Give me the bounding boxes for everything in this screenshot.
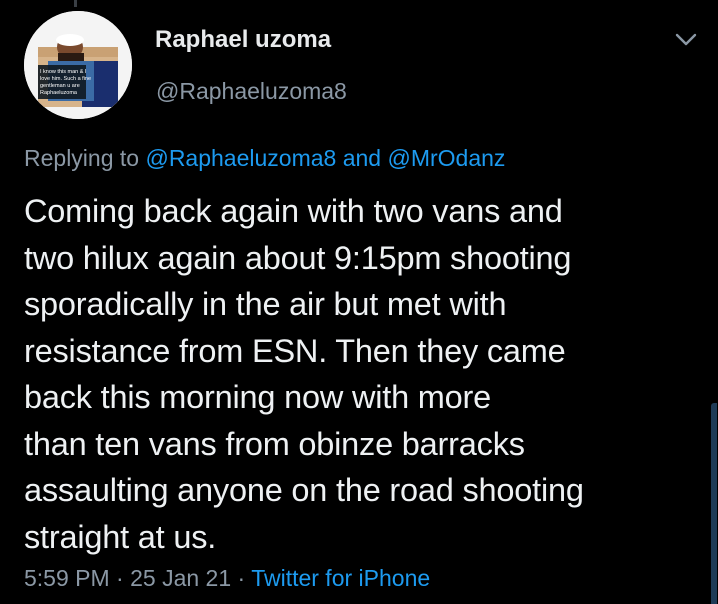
svg-text:gentleman u are: gentleman u are [40,83,80,89]
tweet-text-line: back this morning now with more [24,379,492,415]
avatar-image: I know this man & I love him. Such a fin… [24,11,132,119]
thread-connector-line [74,0,77,7]
replying-to-line: Replying to @Raphaeluzoma8 and @MrOdanz [24,145,505,172]
reply-mention-connector: and [342,145,382,171]
tweet-text-line: sporadically in the air but met with [24,286,507,322]
tweet-text: Coming back again with two vans and two … [24,188,694,560]
svg-text:love him. Such a fine: love him. Such a fine [40,76,91,82]
tweet-metadata: 5:59 PM · 25 Jan 21 · Twitter for iPhone [24,565,430,592]
tweet-text-line: resistance from ESN. Then they came [24,332,566,369]
replying-to-prefix: Replying to [24,145,140,171]
tweet-text-line: two hilux again about 9:15pm shooting [24,239,572,276]
tweet-source-link[interactable]: Twitter for iPhone [251,565,430,591]
svg-text:Raphaeluzoma: Raphaeluzoma [40,90,78,96]
tweet-text-line: than ten vans from obinze barracks [24,425,525,462]
svg-text:I know this man & I: I know this man & I [40,69,87,75]
chevron-down-icon [675,33,697,46]
tweet-menu-button[interactable] [668,24,704,56]
meta-separator: · [116,565,124,591]
tweet-text-line: assaulting anyone on the road shooting [24,472,584,508]
avatar[interactable]: I know this man & I love him. Such a fin… [24,11,132,119]
reply-mention-raphaeluzoma8[interactable]: @Raphaeluzoma8 [145,145,336,171]
scroll-indicator[interactable] [711,403,717,604]
author-handle[interactable]: @Raphaeluzoma8 [156,78,347,105]
tweet-text-line: Coming back again with two vans and [24,193,563,229]
tweet-date[interactable]: 25 Jan 21 [130,565,231,591]
tweet-text-line: straight at us. [24,518,217,555]
meta-separator: · [237,565,246,591]
author-display-name[interactable]: Raphael uzoma [155,26,331,54]
tweet-time[interactable]: 5:59 PM [24,565,110,591]
reply-mention-mrodanz[interactable]: @MrOdanz [387,145,505,171]
